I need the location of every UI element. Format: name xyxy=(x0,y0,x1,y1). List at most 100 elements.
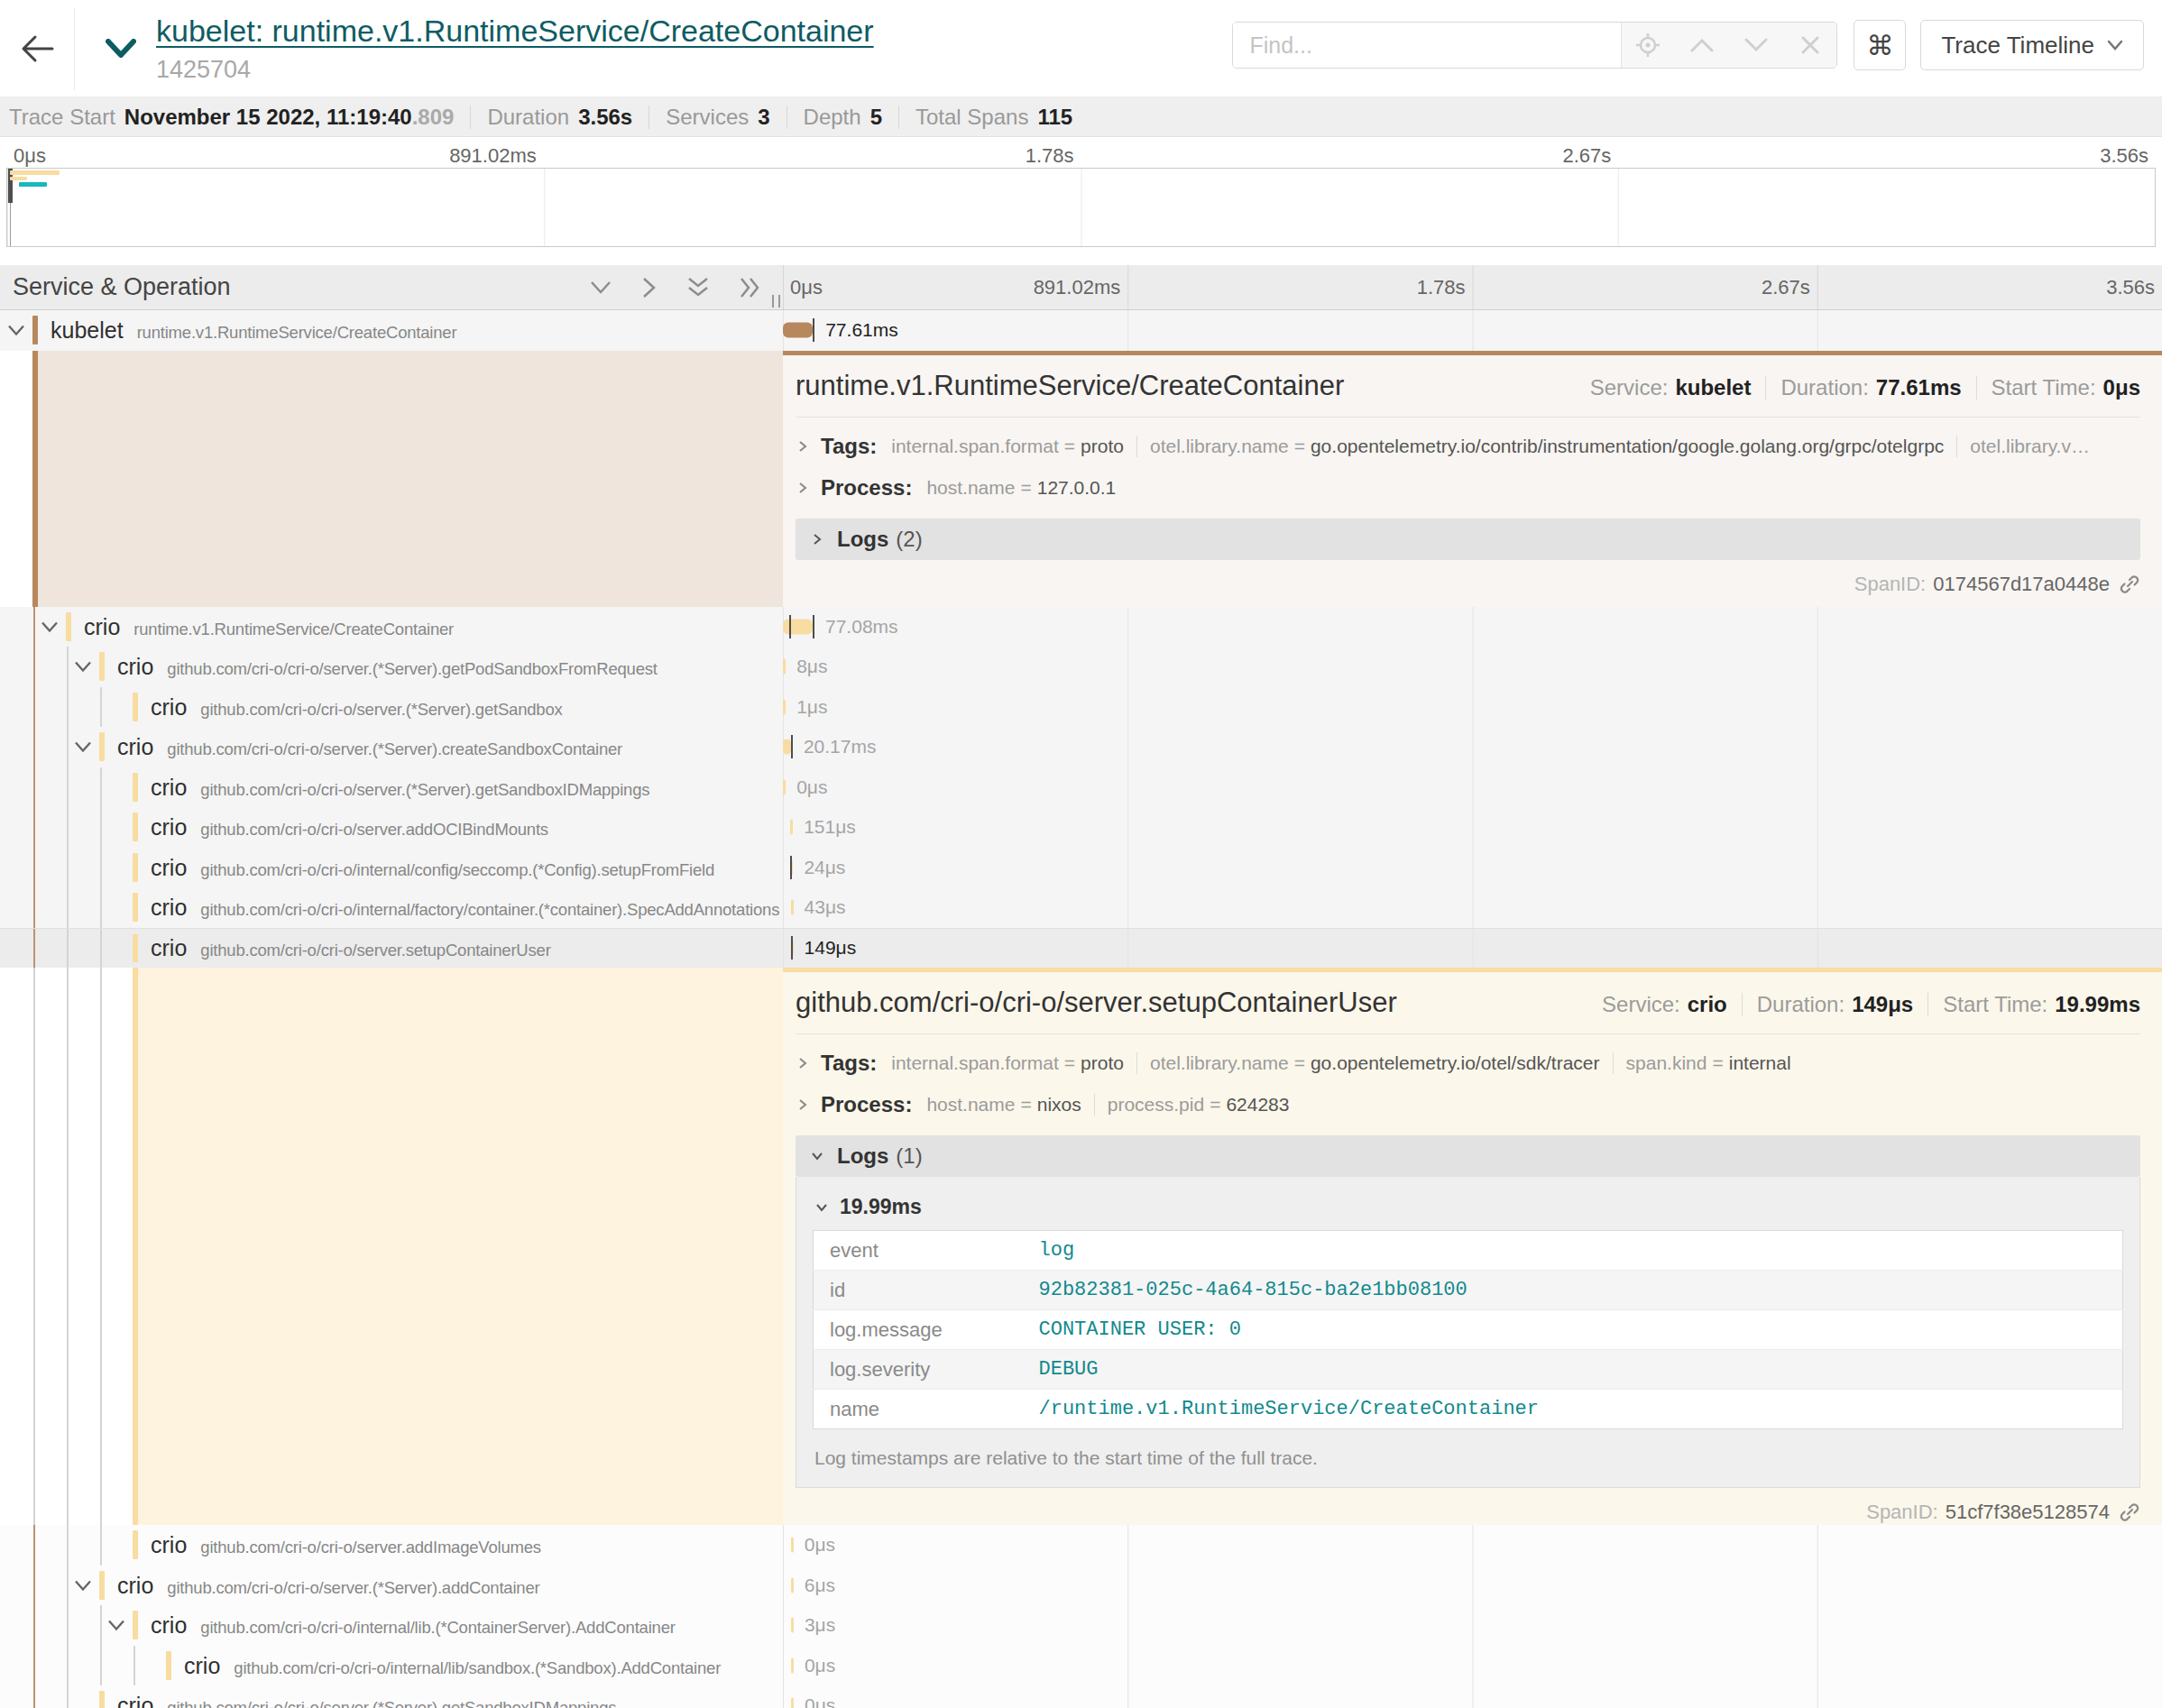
tree-guide xyxy=(100,687,102,728)
span-log-marker[interactable] xyxy=(813,615,814,638)
span-name-cell[interactable]: criogithub.com/cri-o/cri-o/internal/lib/… xyxy=(0,1646,783,1686)
logs-accordion-header[interactable]: Logs(2) xyxy=(796,519,2140,560)
span-row[interactable]: criogithub.com/cri-o/cri-o/server.(*Serv… xyxy=(0,1685,2162,1708)
span-expander-chevron-icon[interactable] xyxy=(41,620,59,632)
span-row[interactable]: criogithub.com/cri-o/cri-o/server.(*Serv… xyxy=(0,687,2162,728)
span-timeline-cell[interactable]: 1μs xyxy=(783,687,2162,728)
span-expander-chevron-icon[interactable] xyxy=(7,325,25,336)
collapse-one-icon[interactable] xyxy=(590,280,612,295)
span-duration-bar[interactable] xyxy=(783,323,813,338)
span-row[interactable]: criogithub.com/cri-o/cri-o/server.(*Serv… xyxy=(0,727,2162,767)
process-row[interactable]: Process:host.name=127.0.0.1 xyxy=(796,475,2140,500)
span-row[interactable]: criogithub.com/cri-o/cri-o/internal/lib/… xyxy=(0,1646,2162,1686)
span-name-cell[interactable]: criogithub.com/cri-o/cri-o/server.setupC… xyxy=(0,929,783,969)
span-duration-bar[interactable] xyxy=(783,659,786,675)
span-row[interactable]: kubeletruntime.v1.RuntimeService/CreateC… xyxy=(0,310,2162,351)
span-name-cell[interactable]: criogithub.com/cri-o/cri-o/server.addOCI… xyxy=(0,807,783,848)
next-result-icon[interactable] xyxy=(1743,38,1770,52)
log-entry-header[interactable]: 19.99ms xyxy=(813,1189,2123,1230)
tag-key: otel.library.name xyxy=(1150,436,1289,456)
span-duration-bar[interactable] xyxy=(791,1577,794,1593)
column-resizer-handle[interactable] xyxy=(772,295,774,308)
collapse-all-icon[interactable] xyxy=(687,277,709,298)
span-timeline-cell[interactable]: 151μs xyxy=(783,807,2162,848)
link-icon[interactable] xyxy=(2119,1501,2140,1523)
span-expander-chevron-icon[interactable] xyxy=(107,1620,125,1631)
clear-search-icon[interactable] xyxy=(1797,35,1824,55)
span-row[interactable]: criogithub.com/cri-o/cri-o/server.addIma… xyxy=(0,1525,2162,1566)
span-timeline-cell[interactable]: 8μs xyxy=(783,647,2162,687)
span-name-cell[interactable]: criogithub.com/cri-o/cri-o/internal/lib.… xyxy=(0,1605,783,1646)
span-timeline-cell[interactable]: 43μs xyxy=(783,887,2162,928)
span-timeline-cell[interactable]: 20.17ms xyxy=(783,727,2162,767)
keyboard-shortcuts-button[interactable]: ⌘ xyxy=(1854,20,1906,70)
span-duration-bar[interactable] xyxy=(790,820,793,835)
span-row[interactable]: criogithub.com/cri-o/cri-o/internal/conf… xyxy=(0,848,2162,888)
collapse-header-icon[interactable] xyxy=(106,39,136,62)
span-duration-bar[interactable] xyxy=(783,699,786,714)
expand-all-icon[interactable] xyxy=(740,277,761,298)
trace-minimap[interactable] xyxy=(6,168,2156,247)
tags-row[interactable]: Tags:internal.span.format=protootel.libr… xyxy=(796,1051,2140,1076)
span-timeline-cell[interactable]: 77.08ms xyxy=(783,607,2162,647)
span-row[interactable]: criogithub.com/cri-o/cri-o/server.setupC… xyxy=(0,928,2162,969)
span-row[interactable]: criogithub.com/cri-o/cri-o/internal/lib.… xyxy=(0,1605,2162,1646)
span-duration-bar[interactable] xyxy=(783,779,786,794)
span-duration-bar[interactable] xyxy=(791,1618,794,1633)
span-row-texts: criogithub.com/cri-o/cri-o/server.addIma… xyxy=(151,1532,541,1558)
span-log-marker[interactable] xyxy=(789,615,791,638)
timeline-header-ticks[interactable]: 0μs891.02ms1.78s2.67s3.56s xyxy=(783,265,2162,309)
locate-icon[interactable] xyxy=(1634,32,1661,58)
span-timeline-cell[interactable]: 24μs xyxy=(783,848,2162,888)
span-row[interactable]: criogithub.com/cri-o/cri-o/server.(*Serv… xyxy=(0,767,2162,808)
span-name-cell[interactable]: criogithub.com/cri-o/cri-o/server.(*Serv… xyxy=(0,1685,783,1708)
span-expander-chevron-icon[interactable] xyxy=(74,661,92,673)
span-name-cell[interactable]: criogithub.com/cri-o/cri-o/server.(*Serv… xyxy=(0,647,783,687)
tags-row[interactable]: Tags:internal.span.format=protootel.libr… xyxy=(796,434,2140,459)
span-name-cell[interactable]: criogithub.com/cri-o/cri-o/server.(*Serv… xyxy=(0,1566,783,1606)
span-timeline-cell[interactable]: 0μs xyxy=(783,767,2162,808)
span-log-marker[interactable] xyxy=(791,936,793,960)
back-button[interactable] xyxy=(0,0,74,96)
span-row[interactable]: criogithub.com/cri-o/cri-o/internal/fact… xyxy=(0,887,2162,928)
span-name-cell[interactable]: crioruntime.v1.RuntimeService/CreateCont… xyxy=(0,607,783,647)
span-duration-bar[interactable] xyxy=(783,619,813,634)
span-duration-bar[interactable] xyxy=(791,1657,794,1673)
span-log-marker[interactable] xyxy=(790,856,792,879)
span-name-cell[interactable]: criogithub.com/cri-o/cri-o/server.(*Serv… xyxy=(0,767,783,808)
span-timeline-cell[interactable]: 0μs xyxy=(783,1525,2162,1566)
span-log-marker[interactable] xyxy=(813,318,814,342)
span-expander-chevron-icon[interactable] xyxy=(74,741,92,753)
span-row[interactable]: criogithub.com/cri-o/cri-o/server.addOCI… xyxy=(0,807,2162,848)
trace-title-link[interactable]: kubelet: runtime.v1.RuntimeService/Creat… xyxy=(156,14,874,48)
span-duration-bar[interactable] xyxy=(791,900,794,915)
span-duration-bar[interactable] xyxy=(791,1538,794,1553)
span-name-cell[interactable]: criogithub.com/cri-o/cri-o/internal/conf… xyxy=(0,848,783,888)
span-name-cell[interactable]: criogithub.com/cri-o/cri-o/server.addIma… xyxy=(0,1525,783,1566)
link-icon[interactable] xyxy=(2119,574,2140,595)
span-timeline-cell[interactable]: 3μs xyxy=(783,1605,2162,1646)
logs-accordion-header[interactable]: Logs(1) xyxy=(796,1135,2140,1177)
span-timeline-cell[interactable]: 77.61ms xyxy=(783,310,2162,351)
column-resizer-handle[interactable] xyxy=(778,295,780,308)
process-row[interactable]: Process:host.name=nixosprocess.pid=62428… xyxy=(796,1092,2140,1117)
span-timeline-cell[interactable]: 0μs xyxy=(783,1646,2162,1686)
span-duration-bar[interactable] xyxy=(783,739,791,755)
span-name-cell[interactable]: criogithub.com/cri-o/cri-o/server.(*Serv… xyxy=(0,687,783,728)
span-timeline-cell[interactable]: 149μs xyxy=(783,929,2162,969)
trace-view-selector[interactable]: Trace Timeline xyxy=(1920,20,2144,70)
span-row[interactable]: criogithub.com/cri-o/cri-o/server.(*Serv… xyxy=(0,1566,2162,1606)
span-log-marker[interactable] xyxy=(791,735,793,758)
span-row[interactable]: criogithub.com/cri-o/cri-o/server.(*Serv… xyxy=(0,647,2162,687)
span-expander-chevron-icon[interactable] xyxy=(74,1579,92,1591)
span-timeline-cell[interactable]: 0μs xyxy=(783,1685,2162,1708)
span-name-cell[interactable]: criogithub.com/cri-o/cri-o/server.(*Serv… xyxy=(0,727,783,767)
span-row[interactable]: crioruntime.v1.RuntimeService/CreateCont… xyxy=(0,607,2162,647)
span-name-cell[interactable]: criogithub.com/cri-o/cri-o/internal/fact… xyxy=(0,887,783,928)
span-name-cell[interactable]: kubeletruntime.v1.RuntimeService/CreateC… xyxy=(0,310,783,351)
span-duration-bar[interactable] xyxy=(791,1698,794,1708)
span-timeline-cell[interactable]: 6μs xyxy=(783,1566,2162,1606)
prev-result-icon[interactable] xyxy=(1688,38,1716,52)
find-input[interactable] xyxy=(1233,23,1621,68)
expand-one-icon[interactable] xyxy=(642,277,657,298)
